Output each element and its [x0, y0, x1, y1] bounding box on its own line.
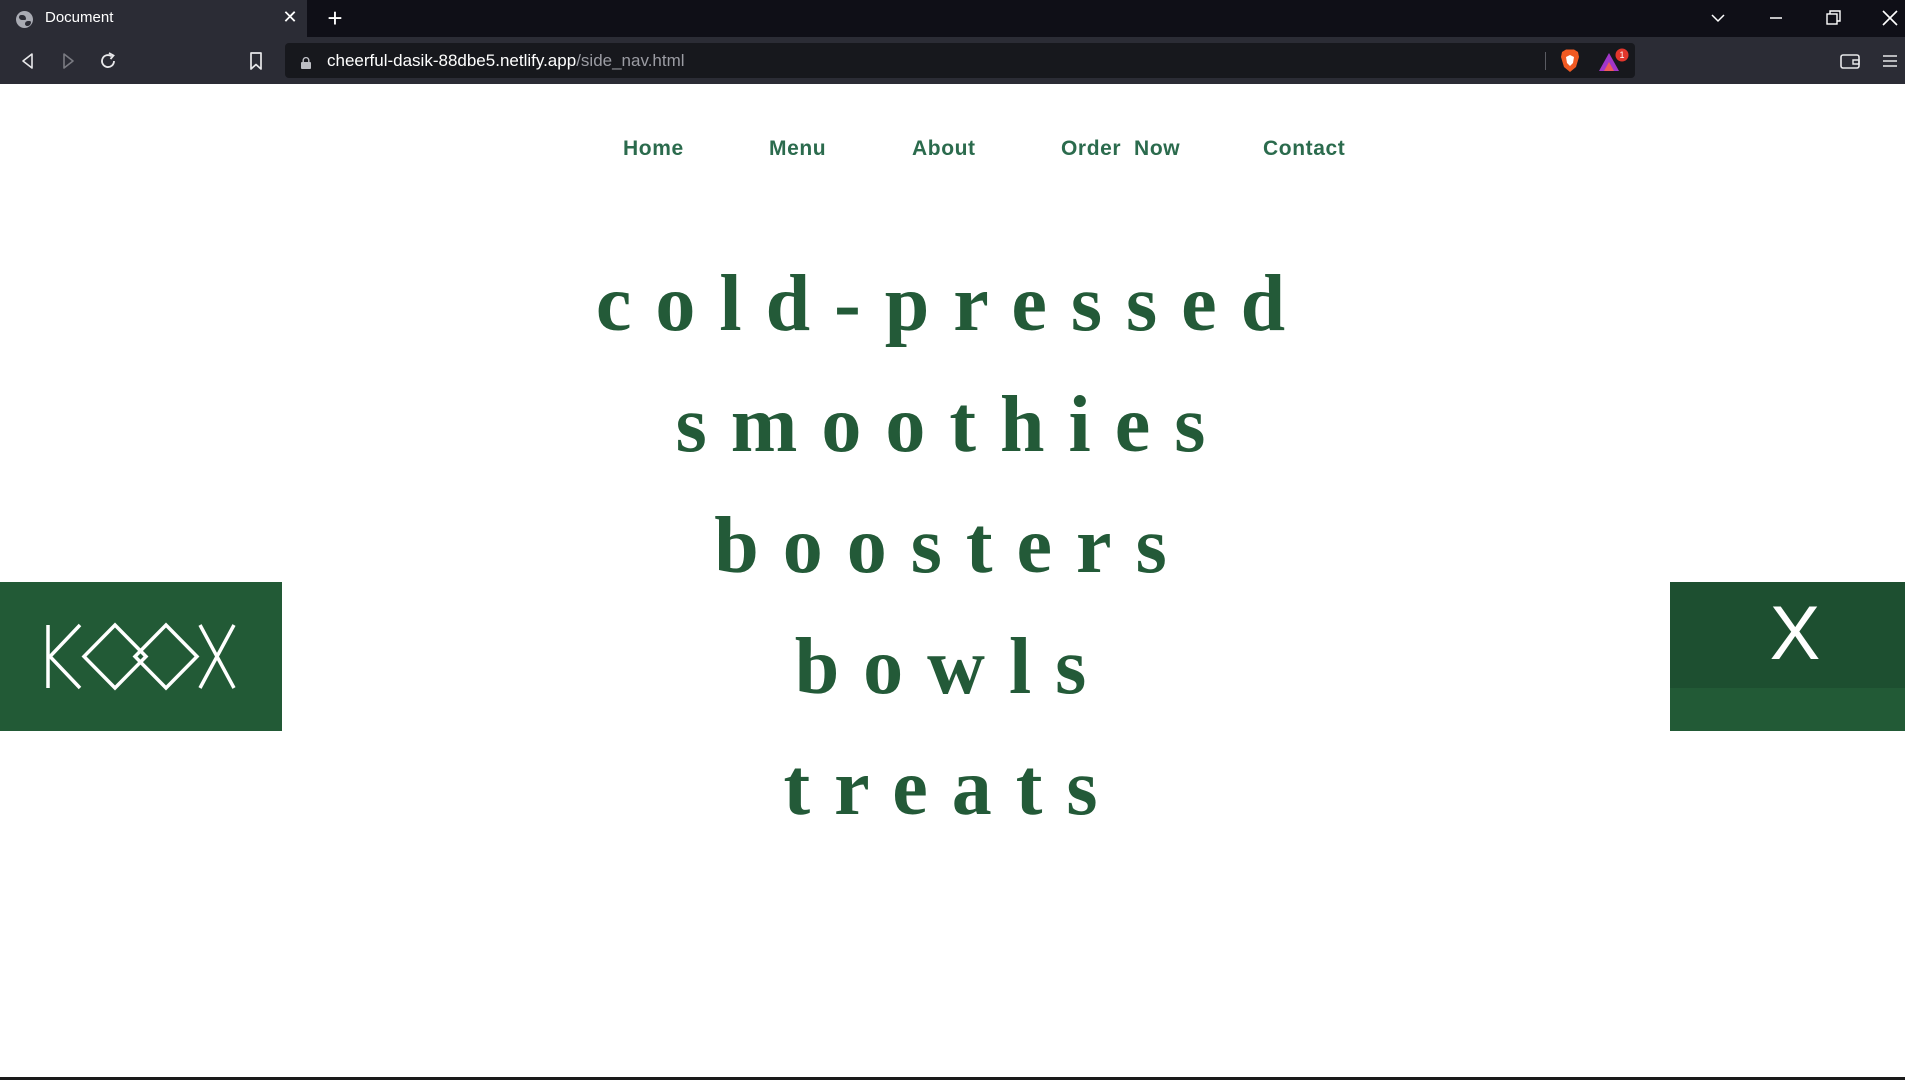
chevron-down-icon[interactable]	[1706, 6, 1730, 30]
back-icon[interactable]	[16, 49, 40, 73]
nav-link-about[interactable]: About	[912, 137, 976, 161]
minimize-icon[interactable]	[1764, 6, 1788, 30]
nav-link-order-now[interactable]: Order Now	[1061, 137, 1180, 161]
browser-tab[interactable]: Document ✕	[0, 0, 307, 37]
globe-icon	[16, 11, 33, 28]
reload-icon[interactable]	[96, 49, 120, 73]
koox-logo-icon	[46, 622, 236, 691]
hero-line: treats	[783, 744, 1122, 832]
hero-line: boosters	[714, 502, 1191, 590]
close-nav-button[interactable]: X	[1670, 582, 1905, 731]
browser-toolbar: cheerful-dasik-88dbe5.netlify.app/side_n…	[0, 37, 1905, 84]
wallet-icon[interactable]	[1838, 49, 1862, 73]
brave-shield-icon[interactable]	[1558, 48, 1582, 74]
page: Home Menu About Order Now Contact cold-p…	[0, 84, 1905, 1080]
address-bar[interactable]: cheerful-dasik-88dbe5.netlify.app/side_n…	[285, 43, 1635, 78]
hero-line: bowls	[794, 623, 1111, 711]
nav-link-contact[interactable]: Contact	[1263, 137, 1345, 161]
hero-line: smoothies	[675, 381, 1230, 469]
menu-icon[interactable]	[1878, 49, 1902, 73]
url-path: /side_nav.html	[576, 51, 685, 70]
url-host: cheerful-dasik-88dbe5.netlify.app	[327, 51, 577, 70]
url-text: cheerful-dasik-88dbe5.netlify.app/side_n…	[327, 51, 685, 71]
hero-line: cold-pressed	[595, 260, 1310, 348]
nav-link-menu[interactable]: Menu	[769, 137, 826, 161]
close-icon: X	[1769, 591, 1821, 676]
forward-icon[interactable]	[56, 49, 80, 73]
window-close-icon[interactable]	[1878, 6, 1902, 30]
tab-close-icon[interactable]: ✕	[280, 8, 300, 28]
nav-link-home[interactable]: Home	[623, 137, 684, 161]
browser-tabbar: Document ✕ +	[0, 0, 1905, 37]
tab-title: Document	[45, 9, 114, 26]
logo[interactable]	[0, 582, 282, 731]
lock-icon	[301, 54, 311, 69]
top-nav: Home Menu About Order Now Contact	[0, 137, 1905, 167]
bookmark-icon[interactable]	[244, 49, 268, 73]
rewards-badge-count: 1	[1619, 50, 1625, 60]
restore-icon[interactable]	[1821, 6, 1845, 30]
rewards-icon[interactable]: 1	[1597, 48, 1631, 74]
new-tab-button[interactable]: +	[322, 5, 348, 31]
url-divider	[1545, 52, 1546, 70]
